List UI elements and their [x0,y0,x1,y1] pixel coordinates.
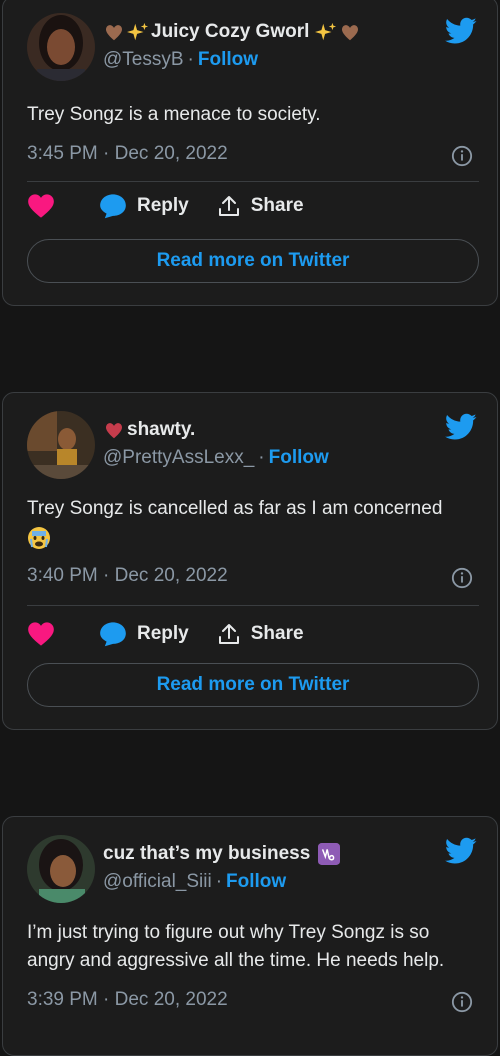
handle-row: @PrettyAssLexx_ · Follow [103,447,329,469]
brown-heart-icon [342,25,359,41]
tweet-text: Trey Songz is a menace to society. [27,104,321,125]
handle[interactable]: @PrettyAssLexx_ [103,447,254,468]
avatar[interactable] [27,835,95,903]
tweet-card-3: cuz that’s my business @official_Siii · Fo… [2,816,498,1056]
tweet-card-2: shawty. @PrettyAssLexx_ · Follow Trey Song… [2,392,498,730]
tweet-card-1: Juicy Cozy Gworl @TessyB · Follow Trey Son… [2,0,498,306]
display-name: shawty. [127,419,196,440]
sparkles-icon [127,22,149,41]
read-more-label: Read more on Twitter [156,250,350,271]
separator-dot: · [187,49,194,70]
tweet-timestamp[interactable]: 3:45 PM · Dec 20, 2022 [27,143,228,165]
tweet-timestamp[interactable]: 3:39 PM · Dec 20, 2022 [27,989,228,1011]
separator-dot: · [258,447,265,468]
avatar[interactable] [27,411,95,479]
avatar-image [27,13,95,81]
share-label: Share [250,195,304,216]
crying-face-icon [28,526,50,549]
share-label: Share [250,623,304,644]
read-more-button[interactable]: Read more on Twitter [27,239,479,283]
share-button[interactable]: Share [217,194,304,218]
handle-row: @TessyB · Follow [103,49,258,71]
reply-label: Reply [137,623,189,644]
divider [27,605,479,606]
action-bar: Reply Share [27,193,304,219]
read-more-button[interactable]: Read more on Twitter [27,663,479,707]
twitter-bird-icon[interactable] [445,413,477,441]
speech-bubble-icon [100,194,126,219]
twitter-bird-icon[interactable] [445,837,477,865]
info-icon[interactable] [451,145,473,167]
share-upload-icon [218,624,239,644]
divider [27,181,479,182]
reply-button[interactable]: Reply [99,621,189,647]
tweet-text: Trey Songz is cancelled as far as I am c… [27,495,475,551]
follow-link[interactable]: Follow [198,49,258,70]
red-heart-icon [106,423,122,439]
speech-bubble-icon [100,622,126,647]
handle-row: @official_Siii · Follow [103,871,286,893]
display-name: Juicy Cozy Gworl [151,21,310,42]
separator-dot: · [215,871,223,892]
tweet-text-content: Trey Songz is cancelled as far as I am c… [27,498,443,519]
avatar[interactable] [27,13,95,81]
info-icon[interactable] [451,991,473,1013]
share-upload-icon [218,196,239,216]
display-name: cuz that’s my business [103,843,311,864]
reply-button[interactable]: Reply [99,193,189,219]
follow-link[interactable]: Follow [226,871,286,892]
brown-heart-icon [106,25,122,41]
twitter-bird-icon[interactable] [445,17,477,45]
capricorn-sign-icon [318,843,341,865]
read-more-label: Read more on Twitter [156,674,350,695]
display-name-row[interactable]: Juicy Cozy Gworl [103,21,361,43]
tweet-timestamp[interactable]: 3:40 PM · Dec 20, 2022 [27,565,228,587]
reply-label: Reply [137,195,189,216]
sparkles-icon [315,22,337,41]
heart-icon[interactable] [27,621,55,647]
action-bar: Reply Share [27,621,304,647]
display-name-row[interactable]: cuz that’s my business [103,843,341,865]
display-name-row[interactable]: shawty. [103,419,195,441]
share-button[interactable]: Share [217,622,304,646]
handle[interactable]: @official_Siii [103,871,212,892]
avatar-image [27,835,95,903]
info-icon[interactable] [451,567,473,589]
heart-icon[interactable] [27,193,55,219]
tweet-text: I’m just trying to figure out why Trey S… [27,922,445,971]
follow-link[interactable]: Follow [269,447,329,468]
handle[interactable]: @TessyB [103,49,184,70]
avatar-image [27,411,95,479]
